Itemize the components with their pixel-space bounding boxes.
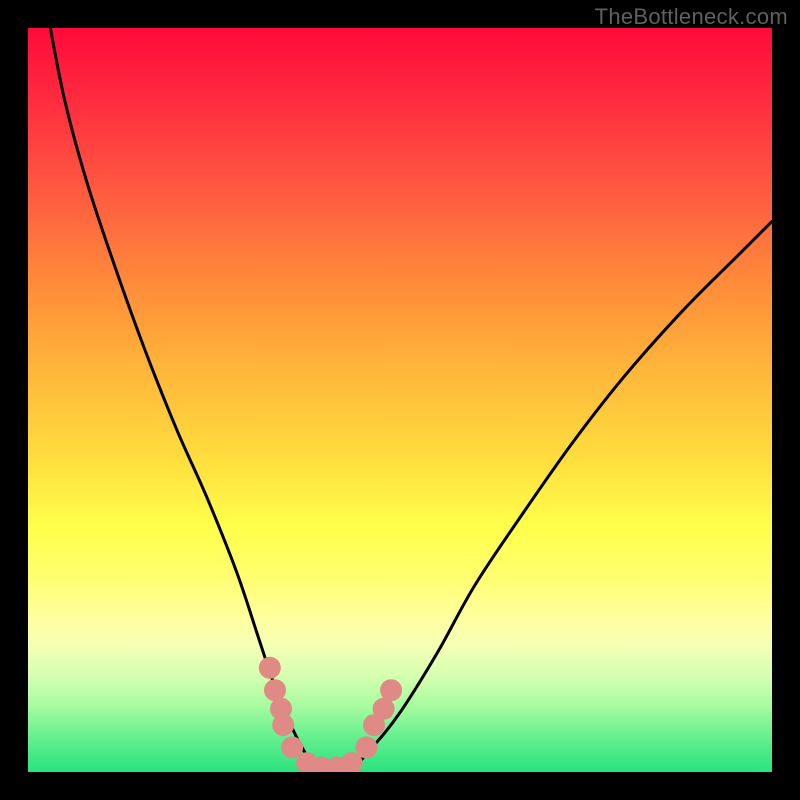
bottleneck-curve: [50, 28, 772, 772]
highlight-dot: [356, 736, 378, 758]
plot-area: [28, 28, 772, 772]
highlight-dot: [272, 714, 294, 736]
highlight-dot: [264, 679, 286, 701]
chart-frame: TheBottleneck.com: [0, 0, 800, 800]
highlight-dot: [380, 679, 402, 701]
highlight-dots: [259, 657, 402, 772]
highlight-dot: [259, 657, 281, 679]
watermark-text: TheBottleneck.com: [595, 4, 788, 30]
chart-svg: [28, 28, 772, 772]
